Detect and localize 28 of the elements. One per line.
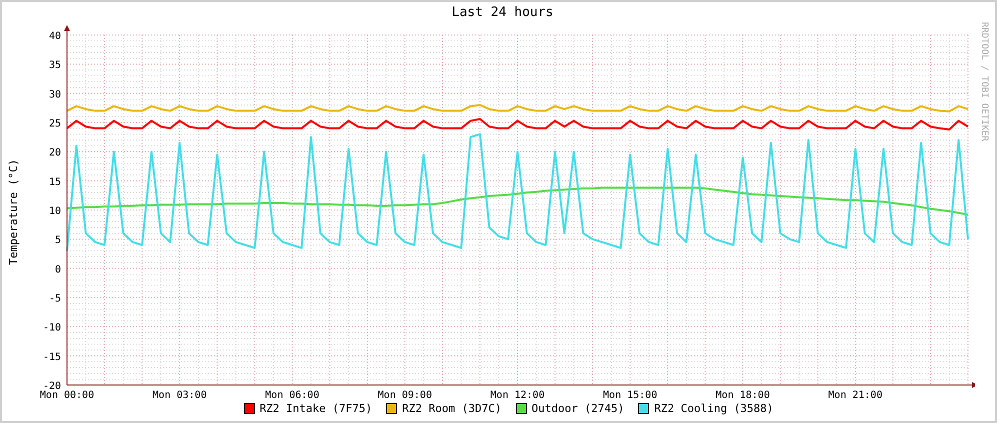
credit-text: RRDTOOL / TOBI OETIKER [979,22,989,142]
legend-label: Outdoor (2745) [532,402,624,415]
tick-label: -20 [42,381,61,392]
axis-label: Temperature (°C) [6,159,21,265]
tick-label: 10 [48,206,61,217]
tick-label: -15 [42,352,61,363]
tick-label: Mon 03:00 [152,390,207,401]
tick-label: 25 [48,118,61,130]
tick-label: 35 [48,60,61,72]
tick-label: Mon 15:00 [603,390,658,401]
tick-label: 40 [48,31,61,42]
tick-label: 15 [48,176,61,188]
tick-label: 30 [48,89,61,100]
tick-label: Mon 18:00 [716,390,770,401]
legend-label: RZ2 Room (3D7C) [402,402,502,415]
tick-label: -10 [42,322,61,334]
legend-label: RZ2 Cooling (3588) [654,402,774,415]
tick-label: Mon 21:00 [828,390,882,401]
tick-label: 20 [48,148,61,159]
legend-label: RZ2 Intake (7F75) [260,402,372,415]
tick-label: 0 [54,264,61,276]
chart-title: Last 24 hours [450,4,554,22]
tick-label: Mon 09:00 [378,390,432,401]
tick-label: Mon 00:00 [40,390,94,401]
tick-label: 5 [54,235,61,246]
tick-label: Mon 06:00 [265,390,320,401]
tick-label: Mon 12:00 [490,390,545,401]
tick-label: -5 [48,294,61,304]
